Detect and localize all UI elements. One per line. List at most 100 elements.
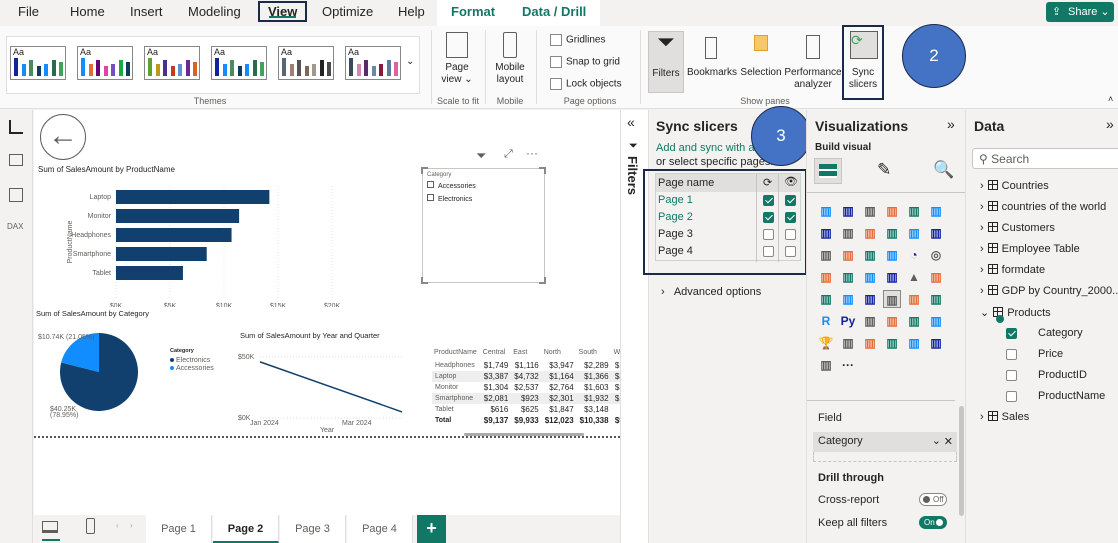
back-arrow-button[interactable]: ← (40, 114, 86, 160)
resize-handle[interactable] (539, 167, 546, 174)
100-column-visual-icon[interactable]: ▥ (927, 202, 945, 220)
field-item[interactable]: ProductName (1006, 390, 1116, 406)
tab-optimize[interactable]: Optimize (322, 4, 373, 19)
field-checkbox[interactable] (1006, 349, 1017, 360)
gridlines-checkbox[interactable]: Gridlines (550, 34, 605, 46)
tab-help[interactable]: Help (398, 4, 425, 19)
power-automate-visual-icon[interactable]: ▥ (905, 334, 923, 352)
table-item[interactable]: › Countries (980, 180, 1049, 192)
visible-checkbox[interactable] (785, 195, 796, 206)
filter-icon[interactable]: ⏷ (476, 148, 486, 164)
waterfall-ribbon-visual-icon[interactable]: ▥ (817, 246, 835, 264)
stacked-column-visual-icon[interactable]: ▥ (839, 202, 857, 220)
sync-checkbox[interactable] (763, 229, 774, 240)
page-tab-2[interactable]: Page 2 (213, 515, 279, 543)
pane-scrollbar[interactable] (959, 406, 964, 516)
table-item[interactable]: › Employee Table (980, 243, 1080, 255)
column-header[interactable]: South (577, 348, 612, 360)
table-item[interactable]: › formdate (980, 264, 1045, 276)
100-bar-visual-icon[interactable]: ▥ (905, 202, 923, 220)
field-checkbox[interactable] (1006, 328, 1017, 339)
sync-checkbox[interactable] (763, 246, 774, 257)
funnel-visual-icon[interactable]: ▥ (861, 246, 879, 264)
key-influencers-visual-icon[interactable]: ▥ (861, 312, 879, 330)
field-checkbox[interactable] (1006, 391, 1017, 402)
more-visuals-visual-icon[interactable]: ··· (839, 356, 857, 374)
azure-map-visual-icon[interactable]: ▲ (905, 268, 923, 286)
theme-swatch[interactable]: Aa (278, 46, 334, 80)
remove-field-icon[interactable]: ✕ (944, 435, 953, 448)
map-visual-icon[interactable]: ▥ (839, 268, 857, 286)
add-page-button[interactable]: + (417, 515, 446, 543)
area-visual-icon[interactable]: ▥ (839, 224, 857, 242)
tab-modeling[interactable]: Modeling (188, 4, 241, 19)
sync-slicers-button[interactable]: ⟳ Sync slicers (842, 25, 884, 100)
column-header[interactable]: East (511, 348, 541, 360)
bookmarks-button[interactable]: Bookmarks (684, 31, 740, 79)
scatter-visual-icon[interactable]: ▥ (883, 246, 901, 264)
clustered-column-visual-icon[interactable]: ▥ (883, 202, 901, 220)
paginated-visual-icon[interactable]: ▥ (839, 334, 857, 352)
collapse-visualizations-icon[interactable]: » (947, 116, 955, 132)
column-header[interactable]: North (542, 348, 577, 360)
tab-data-drill[interactable]: Data / Drill (508, 0, 601, 26)
treemap-visual-icon[interactable]: ▥ (817, 268, 835, 286)
table-item[interactable]: › Customers (980, 222, 1055, 234)
Py-visual-icon[interactable]: Py (839, 312, 857, 330)
selection-button[interactable]: Selection (738, 31, 784, 79)
slicer-checkbox[interactable] (427, 181, 434, 188)
collapse-ribbon-icon[interactable]: ˄ (1108, 94, 1113, 104)
table-visual-icon[interactable]: ▥ (905, 290, 923, 308)
performance-analyzer-button[interactable]: Performance analyzer (784, 31, 842, 91)
qa-visual-icon[interactable]: ▥ (905, 312, 923, 330)
arcgis-visual-icon[interactable]: ▥ (817, 356, 835, 374)
table-item[interactable]: › countries of the world (980, 201, 1106, 213)
goals-visual-icon[interactable]: 🏆 (817, 334, 835, 352)
visible-checkbox[interactable] (785, 246, 796, 257)
mobile-layout-button[interactable]: Mobile layout (489, 32, 531, 86)
theme-swatch[interactable]: Aa (144, 46, 200, 80)
line-column-visual-icon[interactable]: ▥ (905, 224, 923, 242)
resize-handle[interactable] (421, 167, 428, 174)
line-chart-visual[interactable]: Sum of SalesAmount by Year and Quarter $5… (234, 328, 424, 436)
field-checkbox[interactable] (1006, 370, 1017, 381)
page-view-button[interactable]: Page view ⌄ (437, 32, 477, 86)
resize-handle[interactable] (539, 277, 546, 284)
gauge-visual-icon[interactable]: ▥ (927, 268, 945, 286)
power-apps-visual-icon[interactable]: ▥ (861, 334, 879, 352)
donut-visual-icon[interactable]: ◎ (927, 246, 945, 264)
add-sync-all-link[interactable]: Add and sync with all (656, 142, 759, 154)
more-options-icon[interactable]: ··· (526, 146, 538, 160)
metrics-visual-icon[interactable]: ▥ (927, 334, 945, 352)
snap-to-grid-checkbox[interactable]: Snap to grid (550, 56, 620, 68)
page-tab-1[interactable]: Page 1 (146, 515, 212, 543)
build-visual-tab[interactable] (814, 158, 842, 184)
theme-swatch[interactable]: Aa (345, 46, 401, 80)
focus-mode-icon[interactable]: ⤢ (504, 148, 513, 161)
table-item-products[interactable]: ⌄ Products (980, 306, 1051, 319)
theme-swatch[interactable]: Aa (10, 46, 66, 80)
model-view-icon[interactable] (9, 188, 23, 202)
share-button[interactable]: ⇪ Share ⌄ (1046, 2, 1114, 22)
card-visual-icon[interactable]: ▥ (817, 290, 835, 308)
multi-card-visual-icon[interactable]: ▥ (839, 290, 857, 308)
themes-expand-icon[interactable]: ⌄ (406, 56, 414, 67)
pie-chart-visual[interactable]: Sum of SalesAmount by Category $10.74K (2… (34, 306, 234, 434)
data-search-input[interactable]: ⚲ Search (972, 148, 1118, 169)
field-well-category[interactable]: Category ⌄ ✕ (813, 432, 957, 452)
field-item[interactable]: Category (1006, 327, 1116, 343)
table-view-icon[interactable] (9, 154, 23, 166)
scroll-left-icon[interactable]: ‹ (116, 521, 119, 530)
field-item[interactable]: Price (1006, 348, 1116, 364)
scroll-right-icon[interactable]: › (130, 521, 133, 530)
cross-report-toggle[interactable]: Off (919, 493, 947, 506)
dax-query-view-icon[interactable]: DAX (7, 222, 23, 231)
column-header[interactable]: ProductName (432, 348, 481, 360)
line-clustered-visual-icon[interactable]: ▥ (927, 224, 945, 242)
page-tab-4[interactable]: Page 4 (347, 515, 413, 543)
R-visual-icon[interactable]: R (817, 312, 835, 330)
lock-objects-checkbox[interactable]: Lock objects (550, 78, 622, 90)
pie-visual-icon[interactable]: ◔ (905, 246, 923, 264)
bar-chart-visual[interactable]: Sum of SalesAmount by ProductName $0K $5K $… (34, 162, 364, 319)
keep-all-filters-toggle[interactable]: On (919, 516, 947, 529)
